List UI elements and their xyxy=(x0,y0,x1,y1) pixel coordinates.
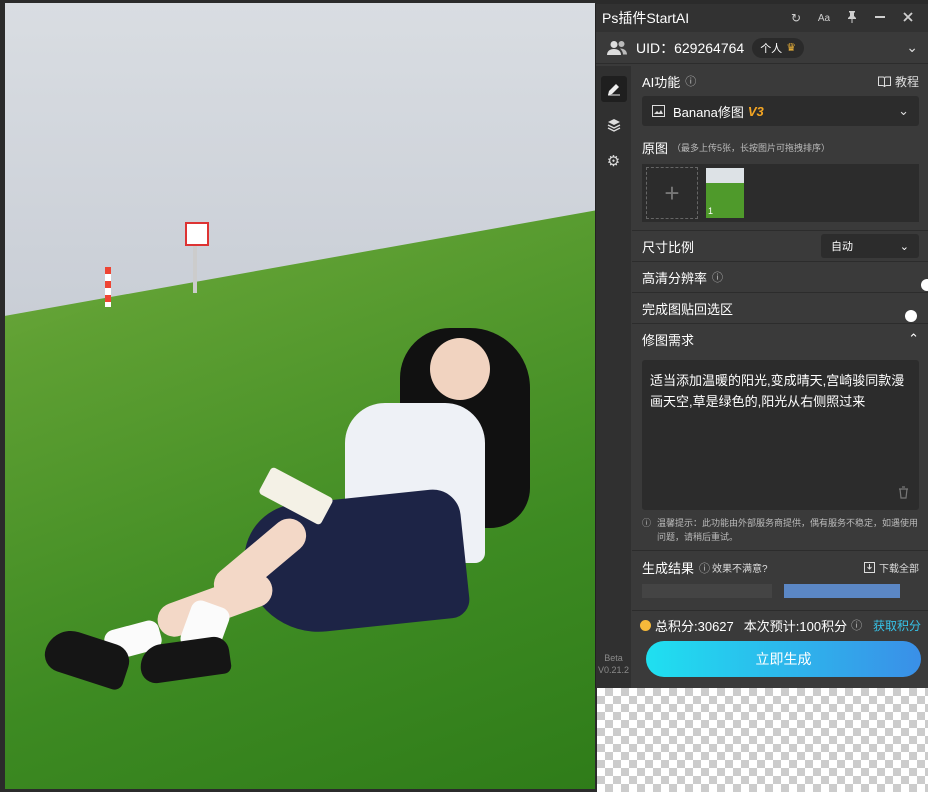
ai-mode-tag: V3 xyxy=(747,103,764,119)
tutorial-link[interactable]: 教程 xyxy=(877,73,919,90)
photo-sign xyxy=(185,222,209,246)
startai-plugin-panel: Ps插件StartAI ↻ Aa UID：629264764 个人 ♛ ⌄ ⚙ … xyxy=(595,4,928,688)
hd-resolution-label: 高清分辨率 xyxy=(642,270,708,286)
chevron-down-icon: ⌄ xyxy=(899,240,909,253)
document-photo[interactable] xyxy=(5,3,595,789)
download-icon xyxy=(864,562,875,573)
toggle-knob xyxy=(921,279,928,291)
user-uid: UID：629264764 xyxy=(636,39,745,56)
account-type-label: 个人 xyxy=(760,42,783,55)
ratio-select[interactable]: 自动 ⌄ xyxy=(821,234,919,258)
minimize-icon[interactable] xyxy=(866,11,894,25)
ratio-row: 尺寸比例 自动 ⌄ xyxy=(632,230,928,261)
users-icon xyxy=(607,40,627,55)
edit-tool-button[interactable] xyxy=(600,76,627,102)
result-thumbnail[interactable] xyxy=(642,584,772,598)
ai-mode-select[interactable]: Banana修图 V3 ⌄ xyxy=(642,96,919,126)
original-image-header: 原图 （最多上传5张，长按图片可拖拽排序） xyxy=(632,134,928,160)
info-icon[interactable]: ⓘ xyxy=(685,73,696,89)
side-nav: ⚙ Beta V0.21.2 xyxy=(596,66,631,688)
toggle-knob xyxy=(905,310,917,322)
account-type-badge[interactable]: 个人 ♛ xyxy=(752,37,805,58)
layers-button[interactable] xyxy=(601,112,627,138)
download-all-button[interactable]: 下载全部 xyxy=(864,560,919,575)
version-label: Beta V0.21.2 xyxy=(596,652,631,676)
uploaded-image-thumbnail[interactable]: 1 xyxy=(706,168,744,218)
user-bar: UID：629264764 个人 ♛ ⌄ xyxy=(596,32,928,64)
ratio-label: 尺寸比例 xyxy=(642,239,695,255)
results-gallery xyxy=(642,584,919,598)
ai-mode-value: Banana修图 xyxy=(673,104,744,120)
crown-icon: ♛ xyxy=(786,42,797,54)
prompt-label: 修图需求 xyxy=(642,332,695,348)
result-thumbnail[interactable] xyxy=(784,584,900,598)
info-icon[interactable]: ⓘ xyxy=(699,560,710,576)
version-number: V0.21.2 xyxy=(597,665,630,675)
panel-content: AI功能 ⓘ 教程 Banana修图 V3 ⌄ 原图 （最多上传5张，长按图片可… xyxy=(632,66,928,688)
close-icon[interactable] xyxy=(894,11,922,25)
feedback-link[interactable]: 效果不满意? xyxy=(712,560,768,575)
prompt-text: 适当添加温暖的阳光,变成晴天,宫崎骏同款漫画天空,草是绿色的,阳光从右侧照过来 xyxy=(650,373,905,409)
font-size-icon[interactable]: Aa xyxy=(810,13,838,24)
tutorial-label: 教程 xyxy=(894,74,919,89)
total-credits: 总积分:30627 xyxy=(655,618,734,634)
credits-bar: 总积分:30627 本次预计:100积分 ⓘ 获取积分 xyxy=(632,611,928,639)
photo-striped-pole xyxy=(105,267,111,307)
chevron-up-icon[interactable]: ⌃ xyxy=(908,331,919,347)
upload-area: + 1 xyxy=(642,164,919,222)
download-all-label: 下载全部 xyxy=(879,564,919,575)
prompt-header[interactable]: 修图需求 ⌃ xyxy=(632,323,928,354)
image-icon xyxy=(652,105,665,117)
coin-icon xyxy=(640,619,651,631)
refresh-icon[interactable]: ↻ xyxy=(782,11,810,25)
photo-sign-pole xyxy=(193,243,197,293)
transparent-checkerboard xyxy=(597,688,928,792)
results-header: 生成结果 ⓘ 效果不满意? 下载全部 xyxy=(632,550,928,580)
layers-icon xyxy=(607,119,620,132)
panel-footer: 总积分:30627 本次预计:100积分 ⓘ 获取积分 立即生成 xyxy=(632,610,928,688)
photo-person-face xyxy=(430,338,490,400)
pencil-icon xyxy=(607,84,620,96)
prompt-textarea[interactable]: 适当添加温暖的阳光,变成晴天,宫崎骏同款漫画天空,草是绿色的,阳光从右侧照过来 xyxy=(642,360,919,510)
paste-back-label: 完成图贴回选区 xyxy=(642,301,734,317)
plus-icon: + xyxy=(664,177,680,208)
info-icon[interactable]: ⓘ xyxy=(712,269,723,285)
results-label: 生成结果 xyxy=(642,561,695,576)
chevron-down-icon: ⌄ xyxy=(898,103,909,118)
ai-function-label: AI功能 xyxy=(642,74,681,90)
info-icon[interactable]: ⓘ xyxy=(851,617,862,633)
original-image-hint: （最多上传5张，长按图片可拖拽排序） xyxy=(672,142,831,153)
service-notice-text: 温馨提示：此功能由外部服务商提供，偶有服务不稳定，如遇使用问题，请稍后重试。 xyxy=(657,518,919,542)
gear-icon: ⚙ xyxy=(606,153,621,170)
ai-function-header: AI功能 ⓘ 教程 xyxy=(632,68,928,94)
info-icon: ⓘ xyxy=(642,518,652,528)
original-image-label: 原图 xyxy=(642,140,669,156)
paste-back-row: 完成图贴回选区 xyxy=(632,292,928,323)
version-beta: Beta xyxy=(604,653,623,663)
panel-title: Ps插件StartAI xyxy=(602,10,690,26)
service-notice: ⓘ 温馨提示：此功能由外部服务商提供，偶有服务不稳定，如遇使用问题，请稍后重试。 xyxy=(642,516,919,544)
generate-button[interactable]: 立即生成 xyxy=(646,641,921,677)
settings-button[interactable]: ⚙ xyxy=(601,148,627,174)
add-image-button[interactable]: + xyxy=(646,167,698,219)
thumbnail-index: 1 xyxy=(708,206,714,216)
pin-icon[interactable] xyxy=(838,10,866,26)
book-icon xyxy=(877,76,891,87)
get-credits-link[interactable]: 获取积分 xyxy=(873,617,921,634)
hd-resolution-row: 高清分辨率 ⓘ xyxy=(632,261,928,292)
panel-titlebar: Ps插件StartAI ↻ Aa xyxy=(596,4,928,32)
trash-icon[interactable] xyxy=(898,486,909,502)
ratio-value: 自动 xyxy=(831,241,853,253)
chevron-down-icon[interactable]: ⌄ xyxy=(906,39,918,56)
estimated-credits: 本次预计:100积分 xyxy=(743,618,848,634)
